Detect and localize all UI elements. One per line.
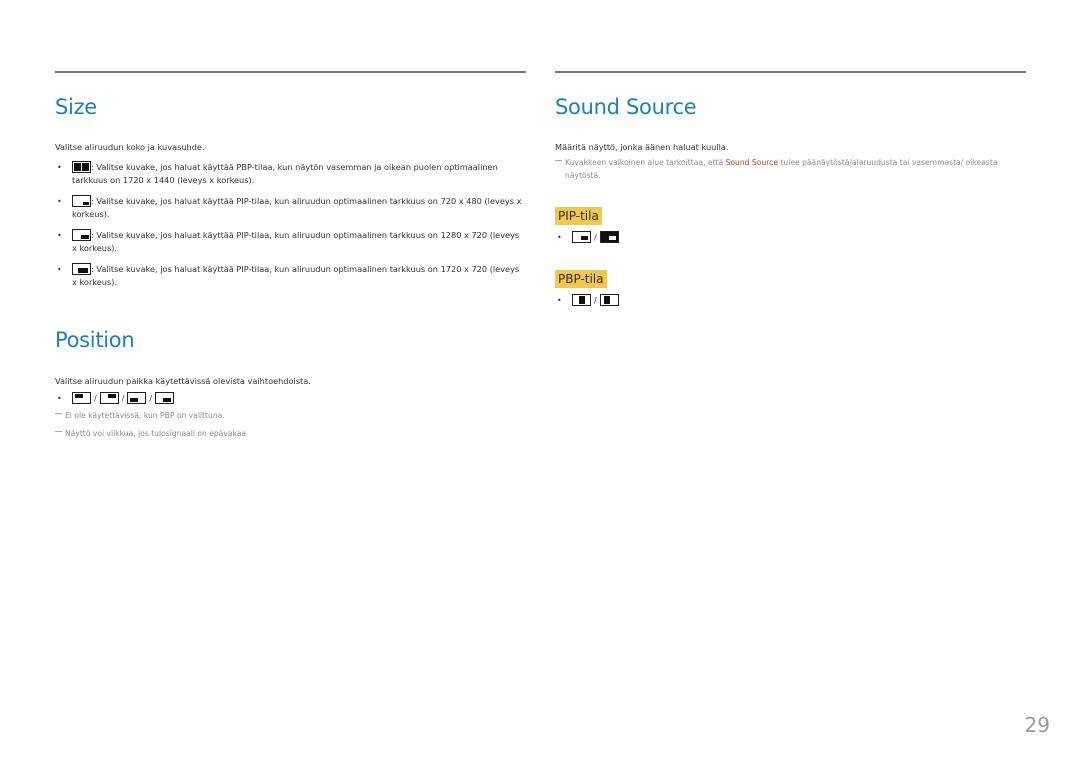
position-options-list: /// — [55, 392, 526, 405]
pbp-right-sound-icon — [599, 294, 619, 306]
position-note-pbp: Ei ole käytettävissä, kun PBP on valittu… — [55, 409, 526, 422]
size-options-list: : Valitse kuvake, jos haluat käyttää PBP… — [55, 161, 526, 289]
pbp-mode-label: PBP-tila — [555, 270, 607, 288]
position-intro: Valitse aliruudun paikka käytettävissä o… — [55, 376, 311, 386]
position-note-flicker: Näyttö voi vilkkua, jos tulosignaali on … — [55, 427, 526, 440]
section-divider — [55, 71, 526, 73]
sound-source-intro: Määritä näyttö, jonka äänen haluat kuull… — [555, 142, 729, 152]
list-item: / — [555, 231, 1026, 244]
list-item: : Valitse kuvake, jos haluat käyttää PIP… — [55, 263, 526, 289]
position-heading: Position — [55, 328, 135, 352]
list-item: : Valitse kuvake, jos haluat käyttää PBP… — [55, 161, 526, 187]
size-intro: Valitse aliruudun koko ja kuvasuhde. — [55, 142, 205, 152]
top-right-icon — [99, 392, 119, 404]
pip-large-icon — [72, 263, 91, 275]
page-number: 29 — [1024, 713, 1050, 737]
sound-source-note: Kuvakkeen valkoinen alue tarkoittaa, ett… — [555, 156, 1026, 182]
list-item: : Valitse kuvake, jos haluat käyttää PIP… — [55, 229, 526, 255]
pip-sub-sound-icon — [572, 231, 591, 243]
list-item: : Valitse kuvake, jos haluat käyttää PIP… — [55, 195, 526, 221]
pip-medium-icon — [72, 229, 91, 241]
pip-main-sound-icon — [599, 231, 619, 243]
section-divider — [555, 71, 1026, 73]
pbp-split-icon — [72, 161, 91, 173]
bottom-left-icon — [127, 392, 147, 404]
pbp-sound-list: / — [555, 294, 1026, 307]
sound-source-heading: Sound Source — [555, 95, 697, 119]
pip-small-icon — [72, 195, 91, 207]
pip-sound-list: / — [555, 231, 1026, 244]
pip-mode-label: PIP-tila — [555, 207, 602, 225]
bottom-right-icon — [155, 392, 175, 404]
list-item: /// — [55, 392, 526, 405]
top-left-icon — [72, 392, 91, 404]
sound-source-highlight: Sound Source — [725, 158, 779, 167]
size-heading: Size — [55, 95, 97, 119]
right-column: Sound Source Määritä näyttö, jonka äänen… — [555, 71, 1026, 307]
list-item: / — [555, 294, 1026, 307]
left-column: Size Valitse aliruudun koko ja kuvasuhde… — [55, 71, 526, 440]
pbp-left-sound-icon — [572, 294, 591, 306]
